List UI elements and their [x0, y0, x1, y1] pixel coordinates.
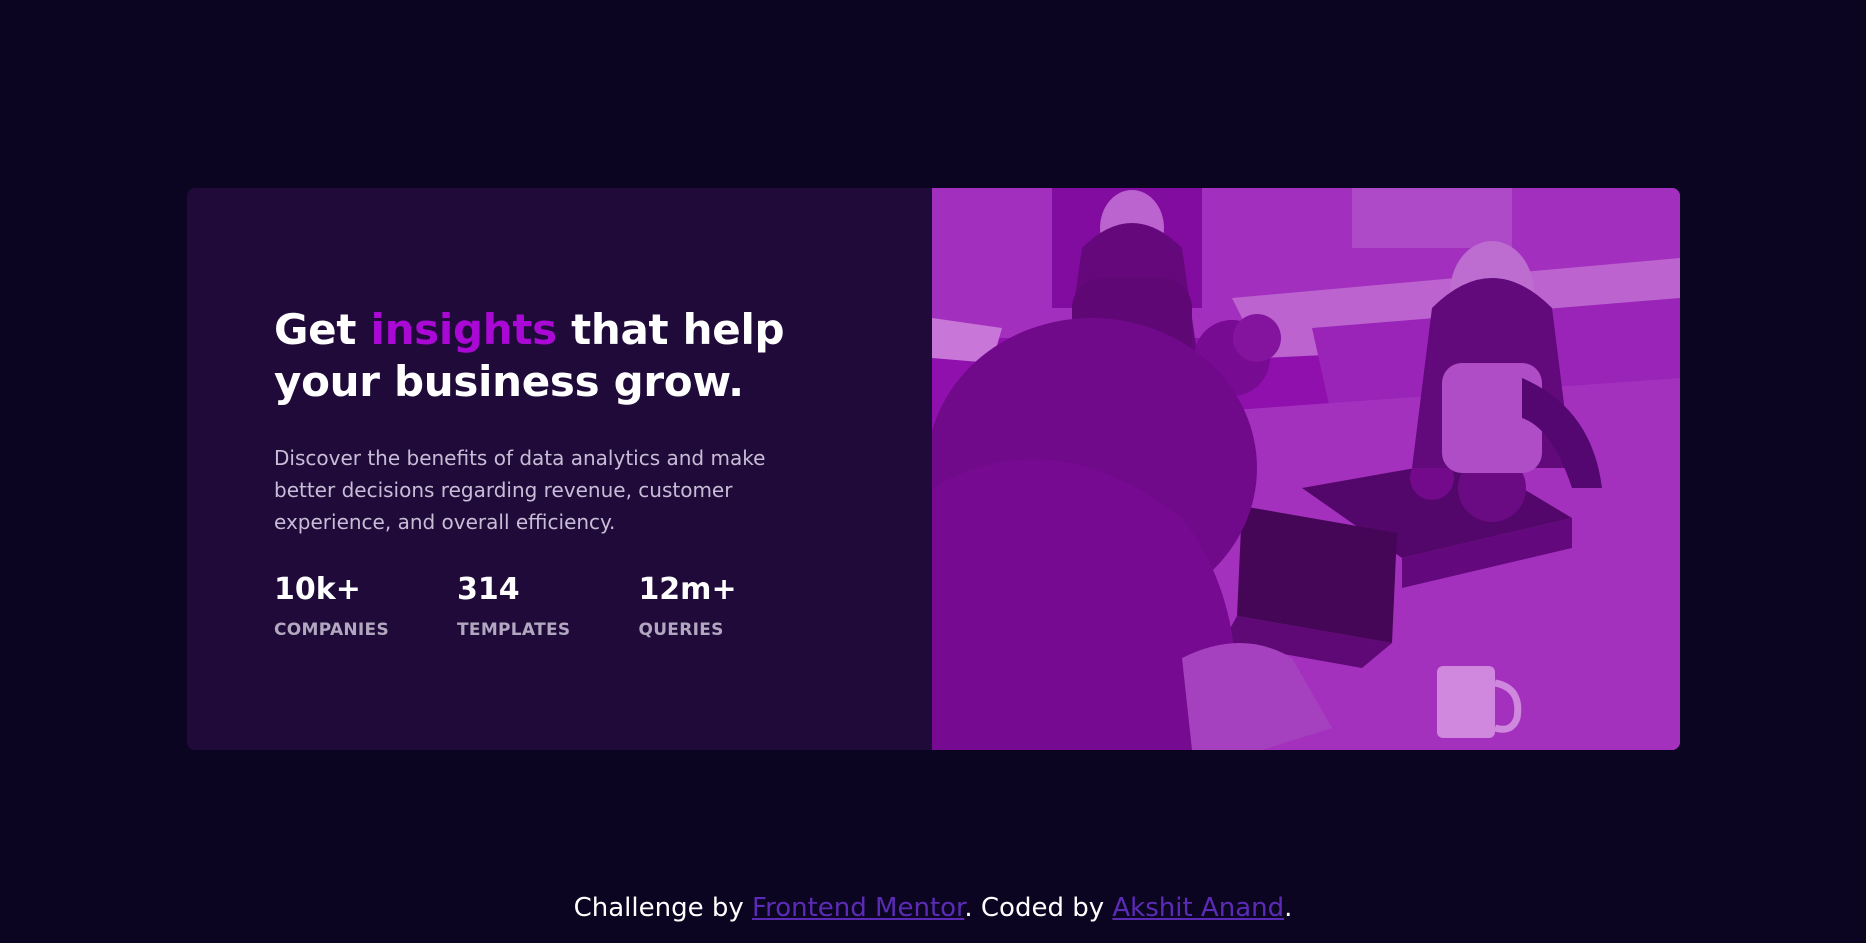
attribution-footer: Challenge by Frontend Mentor. Coded by A… [0, 890, 1866, 926]
description: Discover the benefits of data analytics … [274, 446, 766, 534]
stat-value: 12m+ [638, 572, 737, 607]
headline-accent: insights [370, 305, 557, 354]
author-link[interactable]: Akshit Anand [1112, 893, 1284, 923]
stat-label: QUERIES [638, 620, 724, 640]
footer-middle: . Coded by [964, 893, 1113, 923]
office-team-photo [932, 188, 1680, 750]
footer-suffix: . [1284, 893, 1293, 923]
photo-illustration [932, 188, 1680, 750]
stat-value: 314 [457, 572, 520, 607]
frontend-mentor-link[interactable]: Frontend Mentor [752, 893, 964, 923]
card-text-section: Get insights that help your business gro… [187, 188, 932, 750]
stats-preview-card: Get insights that help your business gro… [187, 188, 1680, 750]
stat-value: 10k+ [274, 572, 361, 607]
stats-row: 10k+ COMPANIES 314 TEMPLATES 12m+ QUERIE… [274, 572, 932, 640]
stat-templates: 314 TEMPLATES [457, 572, 570, 640]
stat-companies: 10k+ COMPANIES [274, 572, 389, 640]
footer-prefix: Challenge by [573, 893, 753, 923]
stat-queries: 12m+ QUERIES [638, 572, 736, 640]
stat-label: COMPANIES [274, 620, 390, 640]
headline-prefix: Get [274, 305, 371, 354]
headline: Get insights that help your business gro… [274, 304, 834, 408]
stat-label: TEMPLATES [457, 620, 571, 640]
